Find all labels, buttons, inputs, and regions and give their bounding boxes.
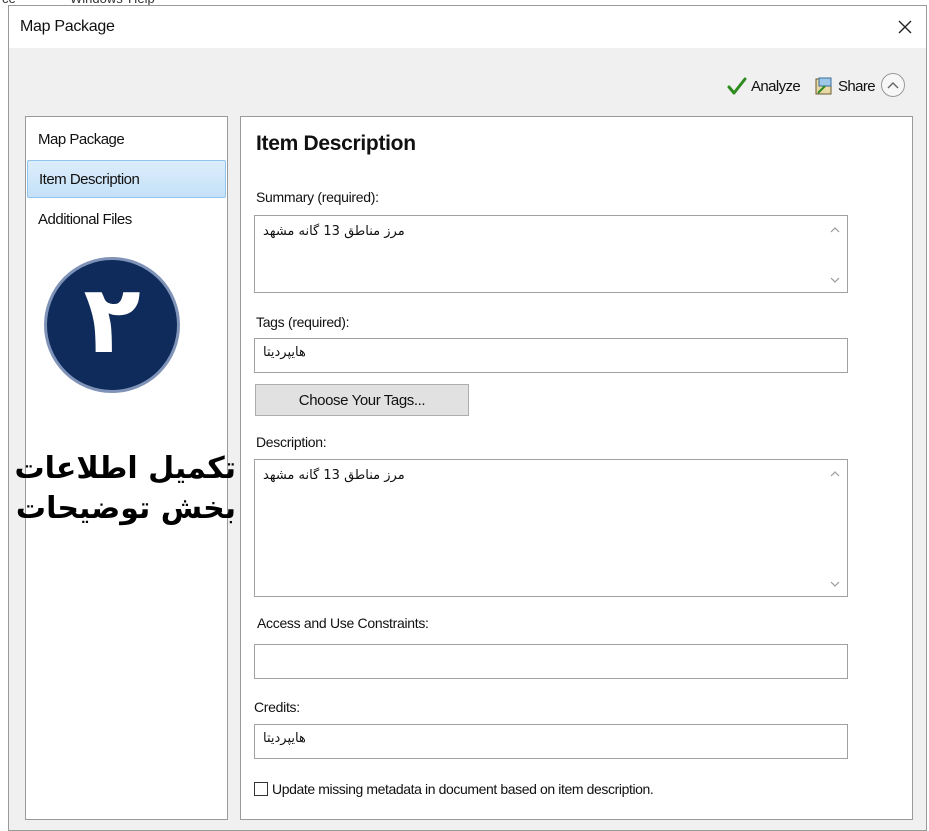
description-label: Description: xyxy=(256,434,327,450)
sidebar-item-label: Map Package xyxy=(38,130,125,148)
tags-input[interactable]: هایپردیتا xyxy=(254,338,848,373)
item-description-panel: Item Description Summary (required): مرز… xyxy=(240,116,913,820)
description-scroll-up-button[interactable] xyxy=(829,468,841,480)
sidebar-item-label: Additional Files xyxy=(38,210,132,228)
checkmark-icon xyxy=(727,77,747,95)
access-constraints-label: Access and Use Constraints: xyxy=(257,615,429,631)
summary-scroll-down-button[interactable] xyxy=(829,274,841,286)
share-package-icon xyxy=(815,77,832,95)
share-button[interactable]: Share xyxy=(814,74,876,98)
step-number-badge: ۲ xyxy=(44,257,180,393)
step-number: ۲ xyxy=(83,266,141,375)
credits-value: هایپردیتا xyxy=(263,731,306,746)
summary-scroll-up-button[interactable] xyxy=(829,224,841,236)
chevron-up-icon xyxy=(830,227,840,233)
summary-textarea[interactable]: مرز مناطق 13 گانه مشهد xyxy=(254,215,848,293)
summary-value: مرز مناطق 13 گانه مشهد xyxy=(263,224,405,239)
sidebar-nav: Map Package Item Description Additional … xyxy=(14,116,237,820)
update-metadata-option[interactable]: Update missing metadata in document base… xyxy=(254,781,654,797)
close-icon xyxy=(898,20,912,34)
chevron-down-icon xyxy=(830,277,840,283)
summary-label: Summary (required): xyxy=(256,189,379,205)
choose-tags-button[interactable]: Choose Your Tags... xyxy=(255,384,469,416)
section-title: Item Description xyxy=(256,132,416,155)
sidebar-item-item-description[interactable]: Item Description xyxy=(27,160,226,198)
update-metadata-checkbox[interactable] xyxy=(254,782,268,796)
tags-value: هایپردیتا xyxy=(263,345,306,360)
description-scroll-down-button[interactable] xyxy=(829,578,841,590)
chevron-up-icon xyxy=(830,471,840,477)
sidebar-item-map-package[interactable]: Map Package xyxy=(27,120,226,158)
overlay-caption-line2: بخش توضیحات xyxy=(15,491,237,526)
access-constraints-input[interactable] xyxy=(254,644,848,679)
update-metadata-label: Update missing metadata in document base… xyxy=(272,781,654,797)
sidebar-item-additional-files[interactable]: Additional Files xyxy=(27,200,226,238)
dialog-title: Map Package xyxy=(20,18,115,35)
credits-input[interactable]: هایپردیتا xyxy=(254,724,848,759)
credits-label: Credits: xyxy=(254,699,300,715)
map-package-dialog: Map Package Analyze Share Map Package It… xyxy=(8,5,927,831)
chevron-down-icon xyxy=(830,581,840,587)
sidebar-item-label: Item Description xyxy=(39,170,140,188)
collapse-button[interactable] xyxy=(881,73,905,97)
description-textarea[interactable]: مرز مناطق 13 گانه مشهد xyxy=(254,459,848,597)
tags-label: Tags (required): xyxy=(256,314,350,330)
chevron-up-icon xyxy=(887,82,899,89)
description-value: مرز مناطق 13 گانه مشهد xyxy=(263,468,405,483)
analyze-label: Analyze xyxy=(751,77,801,95)
share-label: Share xyxy=(838,77,876,95)
toolbar: Analyze Share xyxy=(9,48,926,114)
overlay-caption-line1: تکمیل اطلاعات xyxy=(14,451,237,486)
analyze-button[interactable]: Analyze xyxy=(727,74,801,98)
close-button[interactable] xyxy=(890,12,920,42)
dialog-titlebar: Map Package xyxy=(9,6,926,48)
